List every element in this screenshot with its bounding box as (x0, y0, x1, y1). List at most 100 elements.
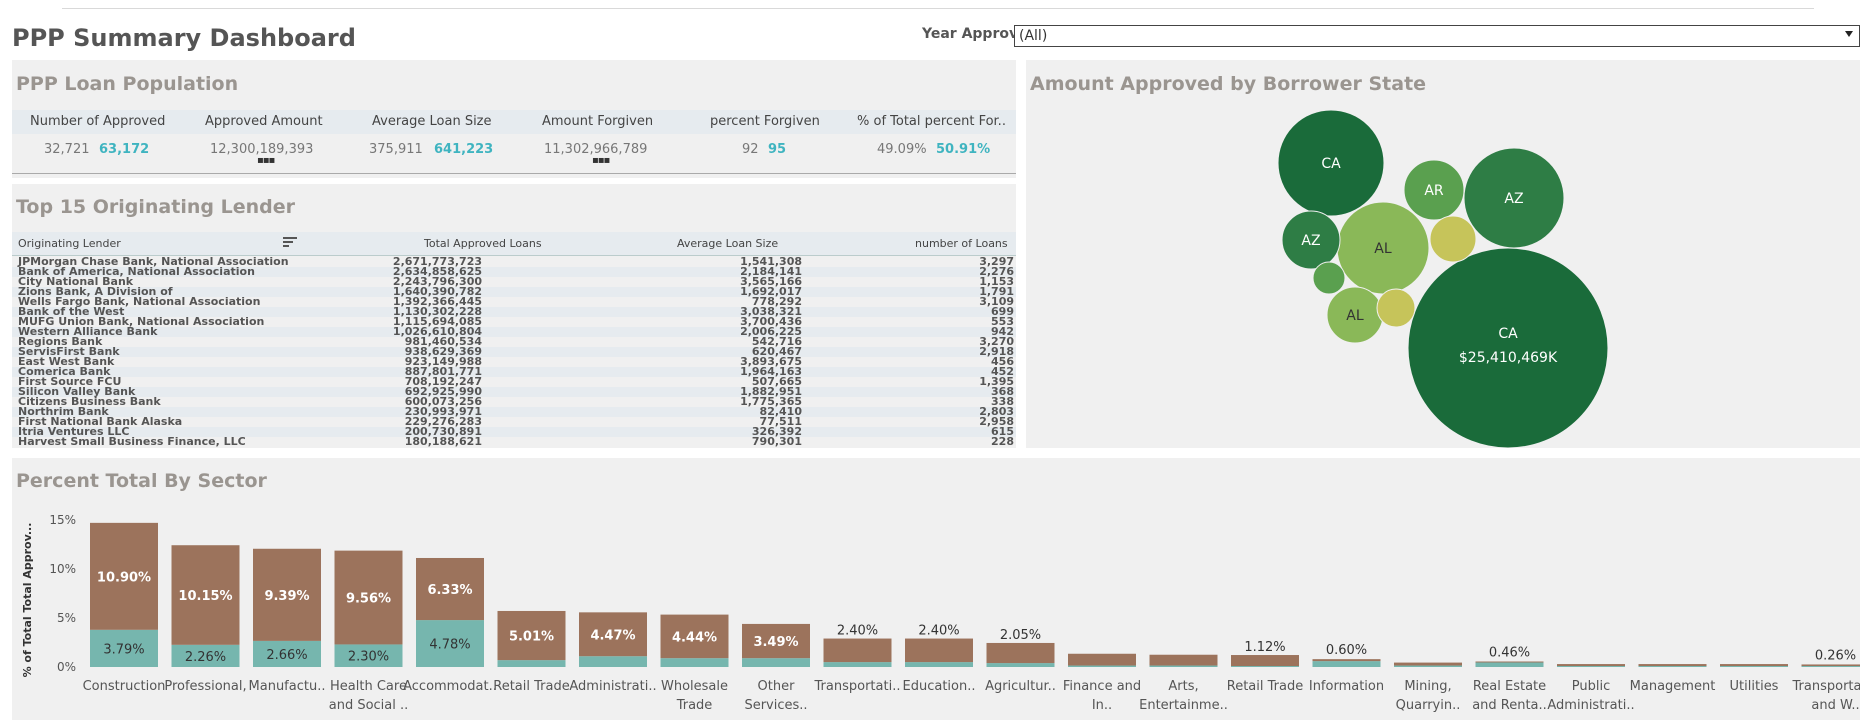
bar-segment-top[interactable] (986, 642, 1055, 664)
bar-segment-top[interactable] (1557, 664, 1625, 667)
bar-segment-bottom[interactable] (579, 656, 647, 667)
lender-row[interactable]: Harvest Small Business Finance, LLC 180,1… (12, 435, 1016, 448)
lender-row[interactable]: Comerica Bank 887,801,771 1,964,163 452 (12, 366, 1016, 377)
sector-bar-chart: % of Total Total Approv... 15% 10% 5% 0% 10.9… (21, 513, 1861, 713)
sector-title: Percent Total By Sector (16, 470, 267, 492)
header-average-loan: Average Loan Size (372, 114, 492, 129)
bar-top-label: 9.39% (264, 589, 309, 604)
bar-segment-bottom[interactable] (742, 658, 810, 667)
bar-segment-top[interactable] (1068, 653, 1136, 666)
bar-top-label: 2.40% (837, 624, 878, 639)
bar-top-label: 4.47% (590, 628, 635, 643)
population-values-row (12, 135, 1016, 174)
x-category-label: Real Estate (1473, 679, 1546, 694)
state-bubble[interactable] (1376, 288, 1416, 328)
bar-top-label: 10.15% (178, 589, 232, 604)
bar-segment-top[interactable] (905, 638, 973, 663)
bar-segment-top[interactable] (1801, 664, 1861, 667)
x-category-label: and W.. (1811, 698, 1859, 713)
bar-segment-top[interactable] (1149, 654, 1218, 666)
value-average-loan: 375,911 (369, 142, 423, 157)
lender-row[interactable]: Silicon Valley Bank 692,925,990 1,882,951 3… (12, 386, 1016, 397)
dropdown-arrow-icon[interactable] (1845, 31, 1853, 37)
more-dots-icon[interactable]: ▪▪▪ (592, 155, 610, 166)
col-originating-lender[interactable]: Originating Lender (18, 237, 121, 250)
bar-segment-bottom[interactable] (1638, 666, 1707, 667)
value-percent-forgiven-alt: 95 (768, 142, 787, 157)
value-number-approved-alt: 63,172 (99, 142, 150, 157)
state-bubble-value: $25,410,469K (1459, 350, 1558, 366)
bar-segment-bottom[interactable] (1068, 665, 1136, 667)
lender-number-loans: 228 (991, 435, 1014, 448)
lender-name: Harvest Small Business Finance, LLC (18, 435, 246, 448)
x-category-label: Professional, (164, 679, 246, 694)
x-category-label: Arts, (1168, 679, 1198, 694)
x-category-label: Accommodat.. (403, 679, 497, 694)
sort-icon[interactable] (283, 236, 297, 248)
bar-segment-top[interactable] (1638, 664, 1707, 667)
lender-row[interactable]: Bank of America, National Association 2,6… (12, 266, 1016, 277)
bar-segment-top[interactable] (1312, 659, 1381, 662)
bar-segment-bottom[interactable] (660, 658, 729, 667)
lender-row[interactable]: MUFG Union Bank, National Association 1,1… (12, 316, 1016, 327)
bar-segment-bottom[interactable] (1557, 666, 1625, 667)
bar-top-label: 10.90% (97, 570, 151, 585)
header-number-approved: Number of Approved (30, 114, 166, 129)
bar-segment-bottom[interactable] (823, 662, 892, 667)
bar-segment-top[interactable] (1475, 661, 1544, 663)
more-dots-icon[interactable]: ▪▪▪ (257, 155, 275, 166)
bar-segment-top[interactable] (1394, 662, 1462, 666)
year-filter-select[interactable]: (All) (1014, 25, 1860, 47)
bar-segment-bottom[interactable] (1720, 666, 1788, 667)
x-category-label: Public (1572, 679, 1610, 694)
lender-row[interactable]: Regions Bank 981,460,534 542,716 3,270 (12, 336, 1016, 347)
bar-segment-bottom[interactable] (1231, 666, 1299, 667)
bar-segment-top[interactable] (1231, 655, 1299, 667)
state-title: Amount Approved by Borrower State (1030, 73, 1427, 95)
bar-segment-bottom[interactable] (986, 663, 1055, 667)
x-category-label: Education.. (903, 679, 976, 694)
lender-row[interactable]: First Source FCU 708,192,247 507,665 1,395 (12, 376, 1016, 387)
y-tick-label: 15% (49, 513, 76, 527)
x-category-label: Retail Trade (1227, 679, 1303, 694)
bar-segment-bottom[interactable] (497, 660, 566, 667)
bar-segment-bottom[interactable] (1801, 666, 1861, 667)
bar-segment-bottom[interactable] (1394, 665, 1462, 667)
bar-segment-bottom[interactable] (1312, 661, 1381, 667)
lender-row[interactable]: Citizens Business Bank 600,073,256 1,775,3… (12, 396, 1016, 407)
state-bubble-chart: CA $25,410,469K CA AZ AR AL AZ AL (1277, 109, 1609, 448)
page-title: PPP Summary Dashboard (12, 24, 356, 52)
bar-segment-bottom[interactable] (1475, 662, 1544, 667)
lender-row[interactable]: East West Bank 923,149,988 3,893,675 456 (12, 356, 1016, 367)
lender-row[interactable]: Western Alliance Bank 1,026,610,804 2,006,… (12, 326, 1016, 337)
lender-row[interactable]: Wells Fargo Bank, National Association 1,… (12, 296, 1016, 307)
lender-row[interactable]: ServisFirst Bank 938,629,369 620,467 2,918 (12, 346, 1016, 357)
x-category-label: Quarryin.. (1396, 698, 1461, 713)
x-category-label: Utilities (1730, 679, 1779, 694)
state-bubble[interactable] (1429, 215, 1477, 263)
x-category-label: Transportati.. (1792, 679, 1860, 694)
value-pct-total-forgiven: 49.09% (877, 142, 927, 157)
state-bubble[interactable] (1312, 261, 1346, 295)
col-average-loan[interactable]: Average Loan Size (677, 237, 778, 250)
col-number-loans[interactable]: number of Loans (915, 237, 1008, 250)
lender-average-loan: 790,301 (751, 435, 802, 448)
bar-segment-top[interactable] (823, 638, 892, 663)
x-category-label: Mining, (1404, 679, 1451, 694)
bar-segment-top[interactable] (1720, 664, 1788, 667)
x-category-label: Entertainme.. (1139, 698, 1228, 713)
x-category-label: and Social .. (329, 698, 409, 713)
population-title: PPP Loan Population (16, 73, 239, 95)
bar-top-label: 4.44% (672, 630, 717, 645)
bar-segment-bottom[interactable] (905, 662, 973, 667)
bar-total-label: 0.60% (1326, 643, 1367, 658)
x-category-label: Administrati.. (1547, 698, 1634, 713)
state-bubble-label: CA (1321, 156, 1341, 172)
lender-total-approved: 180,188,621 (404, 435, 482, 448)
col-total-approved[interactable]: Total Approved Loans (424, 237, 542, 250)
top-divider (62, 8, 1814, 9)
bar-segment-bottom[interactable] (1149, 665, 1218, 667)
state-bubble[interactable] (1407, 247, 1609, 448)
lender-row[interactable]: First National Bank Alaska 229,276,283 77,… (12, 416, 1016, 427)
value-pct-total-forgiven-alt: 50.91% (936, 142, 991, 157)
